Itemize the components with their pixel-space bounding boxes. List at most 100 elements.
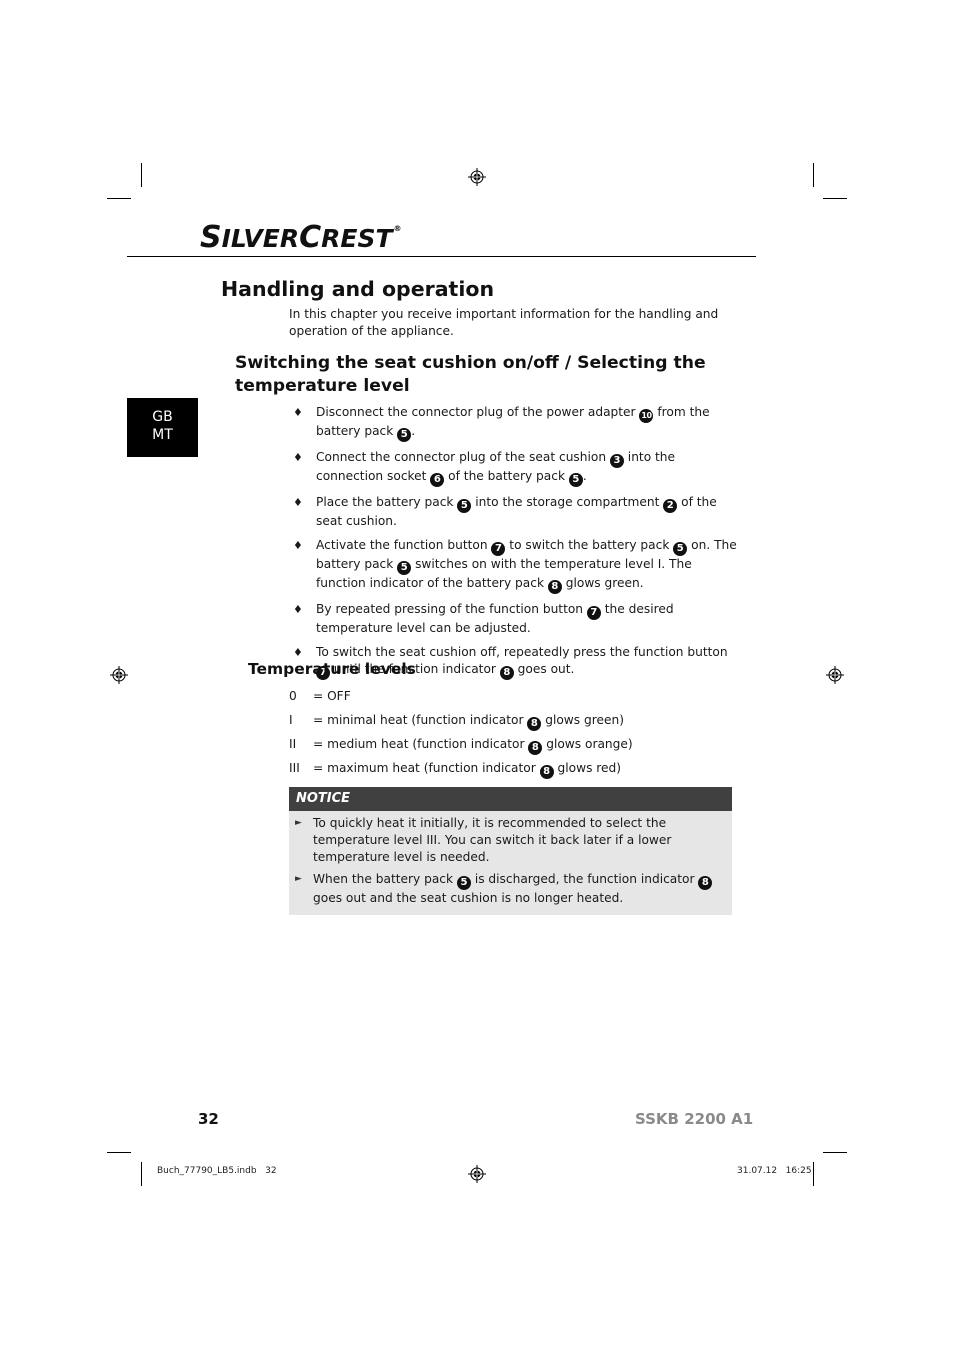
text-run: of the battery pack bbox=[444, 469, 569, 483]
text-run: is discharged, the function indicator bbox=[470, 872, 699, 886]
section-intro: In this chapter you receive important in… bbox=[289, 307, 719, 338]
text-run: into the storage compartment bbox=[471, 495, 664, 509]
temperature-levels-list: 0 = OFF I = minimal heat (function indicato… bbox=[289, 688, 739, 784]
crop-mark bbox=[813, 163, 814, 187]
crop-mark bbox=[107, 1152, 131, 1153]
temperature-level-desc: = minimal heat (function indicator 8 glo… bbox=[313, 712, 624, 736]
notice-title: NOTICE bbox=[289, 787, 732, 811]
text-run: Place the battery pack bbox=[316, 495, 458, 509]
step-item: ♦ Activate the function button 7 to switc… bbox=[291, 537, 741, 594]
header-rule bbox=[127, 256, 756, 257]
language-code: MT bbox=[152, 427, 173, 443]
brand-logo-text: ILVER bbox=[221, 224, 300, 253]
text-run: . bbox=[411, 424, 416, 438]
diamond-bullet-icon: ♦ bbox=[293, 406, 303, 419]
part-reference-badge: 8 bbox=[527, 717, 542, 731]
arrow-bullet-icon: ► bbox=[295, 874, 302, 884]
text-run: = medium heat (function indicator bbox=[313, 737, 529, 751]
temperature-level-value: I bbox=[289, 713, 293, 727]
subsection-title: Switching the seat cushion on/off / Sele… bbox=[235, 353, 706, 396]
diamond-bullet-icon: ♦ bbox=[293, 451, 303, 464]
part-reference-badge: 5 bbox=[568, 473, 583, 487]
temperature-level-row: 0 = OFF bbox=[289, 688, 739, 712]
diamond-bullet-icon: ♦ bbox=[293, 539, 303, 552]
text-run: Disconnect the connector plug of the pow… bbox=[316, 405, 640, 419]
language-code: GB bbox=[152, 409, 173, 425]
model-number: SSKB 2200 A1 bbox=[635, 1110, 754, 1128]
diamond-bullet-icon: ♦ bbox=[293, 603, 303, 616]
text-run: Connect the connector plug of the seat c… bbox=[316, 450, 610, 464]
temperature-level-row: III = maximum heat (function indicator 8 … bbox=[289, 760, 739, 784]
step-item: ♦ Place the battery pack 5 into the stora… bbox=[291, 494, 741, 530]
text-run: . bbox=[582, 469, 587, 483]
part-reference-badge: 8 bbox=[499, 666, 514, 680]
brand-logo-text: REST bbox=[321, 224, 393, 253]
temperature-level-desc: = maximum heat (function indicator 8 glo… bbox=[313, 760, 621, 784]
text-run: glows green) bbox=[541, 713, 624, 727]
temperature-level-value: 0 bbox=[289, 689, 297, 703]
text-run: goes out. bbox=[513, 662, 575, 676]
part-reference-badge: 8 bbox=[547, 580, 562, 594]
temperature-level-row: II = medium heat (function indicator 8 gl… bbox=[289, 736, 739, 760]
part-reference-badge: 7 bbox=[491, 542, 506, 556]
crop-mark bbox=[823, 198, 847, 199]
text-run: = maximum heat (function indicator bbox=[313, 761, 540, 775]
registration-mark-icon bbox=[468, 1165, 486, 1183]
arrow-bullet-icon: ► bbox=[295, 818, 302, 828]
section-title: Handling and operation bbox=[221, 277, 495, 301]
part-reference-badge: 5 bbox=[397, 561, 412, 575]
temperature-level-row: I = minimal heat (function indicator 8 gl… bbox=[289, 712, 739, 736]
temperature-levels-title: Temperature levels bbox=[248, 660, 416, 678]
registered-mark: ® bbox=[393, 224, 402, 233]
text-run: goes out and the seat cushion is no long… bbox=[313, 891, 624, 905]
text-run: glows green. bbox=[561, 576, 644, 590]
step-item: ♦ Connect the connector plug of the seat … bbox=[291, 449, 741, 487]
part-reference-badge: 5 bbox=[397, 428, 412, 442]
part-reference-badge: 8 bbox=[528, 741, 543, 755]
part-reference-badge: 10 bbox=[639, 409, 654, 423]
text-run: glows orange) bbox=[542, 737, 633, 751]
registration-mark-icon bbox=[826, 666, 844, 684]
text-run: = OFF bbox=[313, 689, 351, 703]
brand-logo-letter: C bbox=[299, 220, 322, 255]
crop-mark bbox=[141, 163, 142, 187]
notice-item: ► To quickly heat it initially, it is rec… bbox=[295, 815, 726, 866]
text-run: To switch the seat cushion off, repeated… bbox=[316, 645, 728, 659]
registration-mark-icon bbox=[110, 666, 128, 684]
language-tab: GB MT bbox=[127, 398, 198, 457]
temperature-level-value: III bbox=[289, 761, 300, 775]
diamond-bullet-icon: ♦ bbox=[293, 496, 303, 509]
part-reference-badge: 8 bbox=[539, 765, 554, 779]
text-run: Activate the function button bbox=[316, 538, 492, 552]
crop-mark bbox=[141, 1162, 142, 1186]
notice-item: ► When the battery pack 5 is discharged, … bbox=[295, 871, 726, 907]
crop-mark bbox=[107, 198, 131, 199]
text-run: To quickly heat it initially, it is reco… bbox=[313, 816, 672, 864]
temperature-level-desc: = medium heat (function indicator 8 glow… bbox=[313, 736, 633, 760]
print-slug-file: Buch_77790_LB5.indb 32 bbox=[157, 1166, 277, 1176]
text-run: By repeated pressing of the function but… bbox=[316, 602, 587, 616]
page-number: 32 bbox=[198, 1110, 219, 1128]
diamond-bullet-icon: ♦ bbox=[293, 646, 303, 659]
print-slug-date: 31.07.12 16:25 bbox=[737, 1166, 812, 1176]
text-run: glows red) bbox=[553, 761, 622, 775]
text-run: = minimal heat (function indicator bbox=[313, 713, 528, 727]
step-item: ♦ By repeated pressing of the function bu… bbox=[291, 601, 741, 637]
part-reference-badge: 7 bbox=[586, 606, 601, 620]
brand-logo-letter: S bbox=[200, 220, 222, 255]
crop-mark bbox=[823, 1152, 847, 1153]
notice-list: ► To quickly heat it initially, it is rec… bbox=[289, 811, 732, 915]
part-reference-badge: 2 bbox=[663, 499, 678, 513]
part-reference-badge: 3 bbox=[609, 454, 624, 468]
step-item: ♦ Disconnect the connector plug of the po… bbox=[291, 404, 741, 442]
brand-logo: SILVERCREST® bbox=[200, 220, 402, 255]
text-run: When the battery pack bbox=[313, 872, 457, 886]
part-reference-badge: 8 bbox=[698, 876, 713, 890]
notice-box: NOTICE ► To quickly heat it initially, it… bbox=[289, 787, 732, 915]
part-reference-badge: 5 bbox=[673, 542, 688, 556]
temperature-level-desc: = OFF bbox=[313, 688, 351, 712]
part-reference-badge: 5 bbox=[456, 876, 471, 890]
steps-list: ♦ Disconnect the connector plug of the po… bbox=[291, 404, 741, 687]
temperature-level-value: II bbox=[289, 737, 297, 751]
part-reference-badge: 6 bbox=[430, 473, 445, 487]
